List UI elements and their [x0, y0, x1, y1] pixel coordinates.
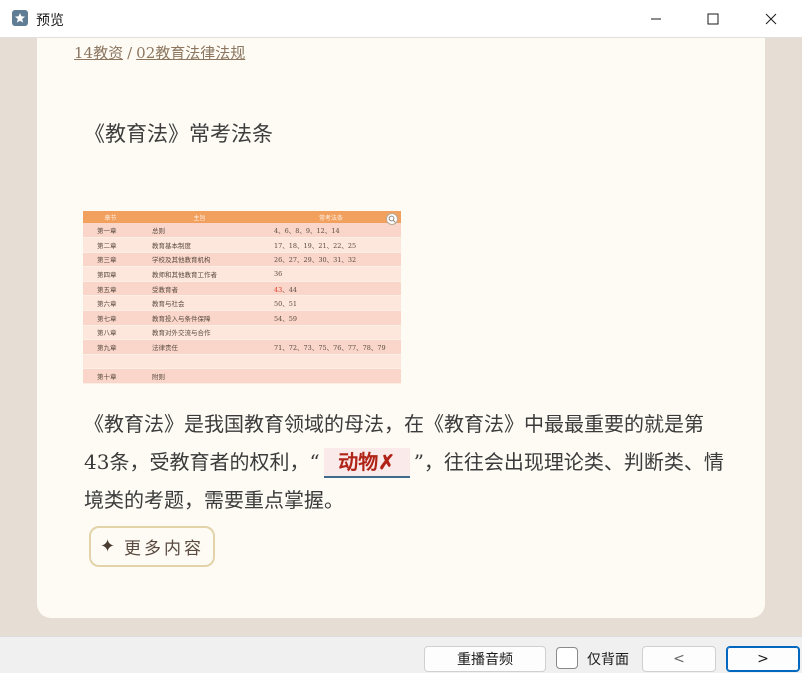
table-cell: [261, 354, 401, 370]
table-cell: 第五章: [83, 281, 138, 297]
table-cell: 71、72、73、75、76、77、78、79: [261, 339, 401, 355]
breadcrumb: 14教资/02教育法律法规: [74, 42, 245, 63]
table-cell: 教育投入与条件保障: [138, 310, 261, 326]
table-cell: 第七章: [83, 310, 138, 326]
table-row: 第五章 受教育者 43、44: [83, 281, 401, 297]
close-icon: [765, 13, 777, 25]
window-title: 预览: [36, 13, 64, 29]
card-heading: 《教育法》常考法条: [84, 122, 273, 146]
table-row: [83, 354, 401, 370]
law-articles-table: 章节 主旨 常考法条 第一章 总则 4、6、8、9、12、14 第二章 教育基本制度 1…: [83, 211, 401, 385]
table-header-topic: 主旨: [138, 211, 261, 223]
table-cell: 第一章: [83, 223, 138, 239]
table-cell: 受教育者: [138, 281, 261, 297]
next-button[interactable]: >: [726, 646, 800, 672]
breadcrumb-separator: /: [127, 44, 133, 62]
table-cell: 4、6、8、9、12、14: [261, 223, 401, 239]
table-cell: 第六章: [83, 295, 138, 312]
table-cell: 附则: [138, 368, 261, 385]
minimize-button[interactable]: [627, 0, 685, 38]
table-header-chapter: 章节: [83, 211, 138, 223]
minimize-icon: [651, 18, 661, 20]
maximize-button[interactable]: [684, 0, 742, 38]
table-row: 第六章 教育与社会 50、51: [83, 295, 401, 312]
close-button[interactable]: [742, 0, 800, 38]
table-cell: [138, 354, 261, 370]
table-cell: 26、27、29、30、31、32: [261, 252, 401, 268]
table-row: 第二章 教育基本制度 17、18、19、21、22、25: [83, 237, 401, 253]
table-cell: 第二章: [83, 237, 138, 253]
table-cell: 第四章: [83, 266, 138, 282]
table-row: 第三章 学校及其他教育机构 26、27、29、30、31、32: [83, 252, 401, 268]
table-cell: 50、51: [261, 295, 401, 312]
more-content-label: 更多内容: [124, 539, 205, 559]
maximize-icon: [707, 13, 719, 25]
table-header-articles: 常考法条: [261, 211, 401, 223]
image-zoom-button[interactable]: [386, 213, 398, 225]
card-explanation: 《教育法》是我国教育领域的母法，在《教育法》中最最重要的就是第43条，受教育者的…: [84, 405, 724, 519]
breadcrumb-deck-link[interactable]: 14教资: [74, 44, 123, 62]
table-cell: 36: [261, 266, 401, 282]
table-cell: 43、44: [261, 281, 401, 297]
more-content-button[interactable]: ✦ 更多内容: [89, 526, 215, 567]
breadcrumb-subdeck-link[interactable]: 02教育法律法规: [136, 44, 245, 62]
table-cell: 第八章: [83, 325, 138, 341]
table-cell: [261, 325, 401, 341]
table-row: 第九章 法律责任 71、72、73、75、76、77、78、79: [83, 339, 401, 355]
card-view: 14教资/02教育法律法规 《教育法》常考法条 章节 主旨 常考法条 第一章 总则…: [37, 38, 765, 618]
table-cell: 教育与社会: [138, 295, 261, 312]
table-cell: 第九章: [83, 339, 138, 355]
zoom-icon: [388, 215, 396, 223]
table-cell: [83, 354, 138, 370]
table-row: 第十章 附则: [83, 368, 401, 385]
table-row: 第四章 教师和其他教育工作者 36: [83, 266, 401, 282]
sparkle-icon: ✦: [99, 536, 119, 557]
bottom-toolbar: 重播音频 仅背面 < >: [0, 636, 802, 673]
table-cell: 教育基本制度: [138, 237, 261, 253]
table-cell: [261, 368, 401, 385]
article-list: 、44: [282, 285, 298, 294]
replay-audio-button[interactable]: 重播音频: [424, 646, 546, 672]
cloze-answer: 动物✗: [323, 448, 410, 478]
table-row: 第七章 教育投入与条件保障 54、59: [83, 310, 401, 326]
table-cell: 总则: [138, 223, 261, 239]
title-bar: 预览: [0, 0, 802, 38]
table-cell: 54、59: [261, 310, 401, 326]
table-cell: 17、18、19、21、22、25: [261, 237, 401, 253]
table-row: 第八章 教育对外交流与合作: [83, 325, 401, 341]
table-cell: 第三章: [83, 252, 138, 268]
table-cell: 教育对外交流与合作: [138, 325, 261, 341]
table-cell: 学校及其他教育机构: [138, 252, 261, 268]
table-cell: 法律责任: [138, 339, 261, 355]
table-row: 第一章 总则 4、6、8、9、12、14: [83, 223, 401, 239]
table-cell: 教师和其他教育工作者: [138, 266, 261, 282]
previous-button[interactable]: <: [642, 646, 716, 672]
app-icon: [12, 10, 28, 26]
back-only-label: 仅背面: [587, 652, 629, 668]
table-cell: 第十章: [83, 368, 138, 385]
back-only-checkbox[interactable]: [556, 647, 578, 669]
